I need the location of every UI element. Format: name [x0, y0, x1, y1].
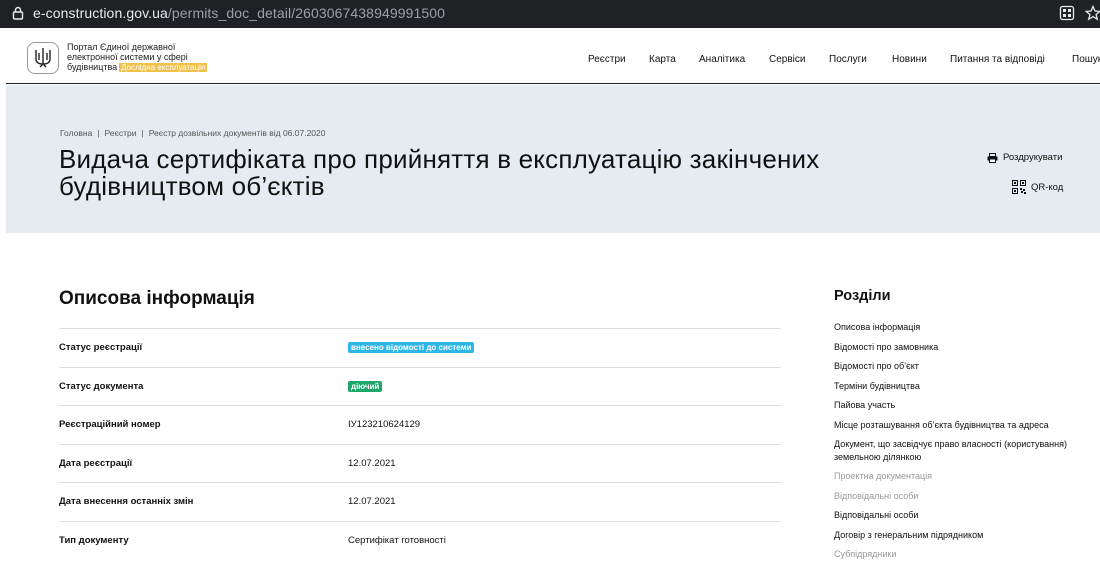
section-link-disabled: Проектна документація	[834, 471, 933, 481]
status-badge: внесено відомості до системи	[348, 342, 475, 353]
qr-code-button[interactable]: QR-код	[1012, 180, 1063, 194]
breadcrumb-current[interactable]: Реєстр дозвільних документів від 06.07.2…	[149, 128, 326, 138]
document-hero: Головна | Реєстри | Реєстр дозвільних докуме…	[6, 85, 1100, 233]
table-row: Статус документа діючий	[59, 366, 781, 406]
nav-analytics[interactable]: Аналітика	[699, 54, 745, 65]
nav-search[interactable]: Пошук	[1072, 54, 1100, 65]
page-title: Видача сертифіката про прийняття в експл…	[59, 144, 820, 201]
nav-registries[interactable]: Реєстри	[588, 54, 626, 65]
info-table: Статус реєстрації внесено відомості до с…	[59, 328, 781, 559]
row-label: Дата внесення останніх змін	[59, 496, 194, 507]
row-label: Дата реєстрації	[59, 457, 133, 469]
site-header: Портал Єдиної державної електронної сист…	[6, 28, 1100, 84]
qr-code-label: QR-код	[1031, 181, 1064, 193]
section-title: Описова інформація	[59, 288, 255, 309]
table-row: Дата реєстрації 12.07.2021	[59, 443, 781, 483]
row-value: 12.07.2021	[348, 457, 396, 469]
row-label: Реєстраційний номер	[59, 419, 161, 430]
row-label: Статус документа	[59, 380, 144, 392]
qr-code-icon	[1012, 180, 1026, 194]
beta-badge: Дослідна експлуатація	[119, 63, 208, 72]
nav-map[interactable]: Карта	[649, 54, 676, 65]
table-row: Реєстраційний номер ІУ123210624129	[59, 405, 781, 444]
status-badge: діючий	[348, 380, 383, 392]
breadcrumb-registries[interactable]: Реєстри	[105, 128, 137, 138]
url-text[interactable]: e-construction.gov.ua/permits_doc_detail…	[33, 5, 445, 21]
nav-offerings[interactable]: Послуги	[829, 54, 867, 65]
print-label: Роздрукувати	[1003, 152, 1063, 163]
row-value: діючий	[348, 380, 383, 392]
qr-scan-icon[interactable]	[1059, 5, 1075, 21]
portal-title[interactable]: Портал Єдиної державної електронної сист…	[67, 42, 227, 72]
print-button[interactable]: Роздрукувати	[987, 152, 1062, 163]
row-label: Тип документу	[59, 534, 129, 546]
url-path: /permits_doc_detail/2603067438949991500	[167, 5, 446, 21]
printer-icon	[987, 152, 998, 163]
sections-title: Розділи	[834, 288, 891, 304]
lock-icon	[12, 6, 24, 20]
sections-nav: Описова інформація Відомості про замовни…	[834, 321, 1084, 568]
browser-address-bar[interactable]: e-construction.gov.ua/permits_doc_detail…	[0, 0, 1100, 28]
breadcrumb-separator: |	[141, 128, 144, 138]
row-value: Сертифікат готовності	[348, 534, 446, 546]
nav-services[interactable]: Сервіси	[769, 54, 805, 65]
row-value: внесено відомості до системи	[348, 342, 475, 353]
bookmark-star-icon[interactable]	[1085, 5, 1100, 21]
section-link[interactable]: Описова інформація	[834, 321, 1084, 334]
trident-logo-icon[interactable]	[27, 42, 59, 74]
table-row: Тип документу Сертифікат готовності	[59, 520, 781, 560]
row-value: ІУ123210624129	[348, 419, 421, 430]
section-link[interactable]: Місце розташування об’єкта будівництва т…	[834, 419, 1084, 432]
breadcrumb: Головна | Реєстри | Реєстр дозвільних докуме…	[60, 128, 326, 138]
table-row: Дата внесення останніх змін 12.07.2021	[59, 482, 781, 521]
section-link[interactable]: Документ, що засвідчує право власності (…	[834, 438, 1084, 463]
table-row: Статус реєстрації внесено відомості до с…	[59, 328, 781, 367]
section-link-disabled: Субпідрядники	[834, 549, 897, 559]
section-link[interactable]: Відомості про об’єкт	[834, 360, 1084, 373]
nav-news[interactable]: Новини	[892, 54, 927, 65]
row-label: Статус реєстрації	[59, 342, 143, 353]
breadcrumb-separator: |	[97, 128, 100, 138]
url-domain: e-construction.gov.ua	[33, 5, 168, 21]
section-link[interactable]: Договір з генеральним підрядником	[834, 529, 1084, 542]
section-link[interactable]: Терміни будівництва	[834, 380, 1084, 393]
row-value: 12.07.2021	[348, 496, 396, 507]
nav-faq[interactable]: Питання та відповіді	[950, 54, 1045, 65]
section-link-disabled: Відповідальні особи	[834, 490, 919, 501]
section-link[interactable]: Відповідальні особи	[834, 509, 1084, 522]
section-link[interactable]: Пайова участь	[834, 399, 1084, 412]
breadcrumb-home[interactable]: Головна	[60, 128, 92, 138]
section-link[interactable]: Відомості про замовника	[834, 341, 1084, 354]
